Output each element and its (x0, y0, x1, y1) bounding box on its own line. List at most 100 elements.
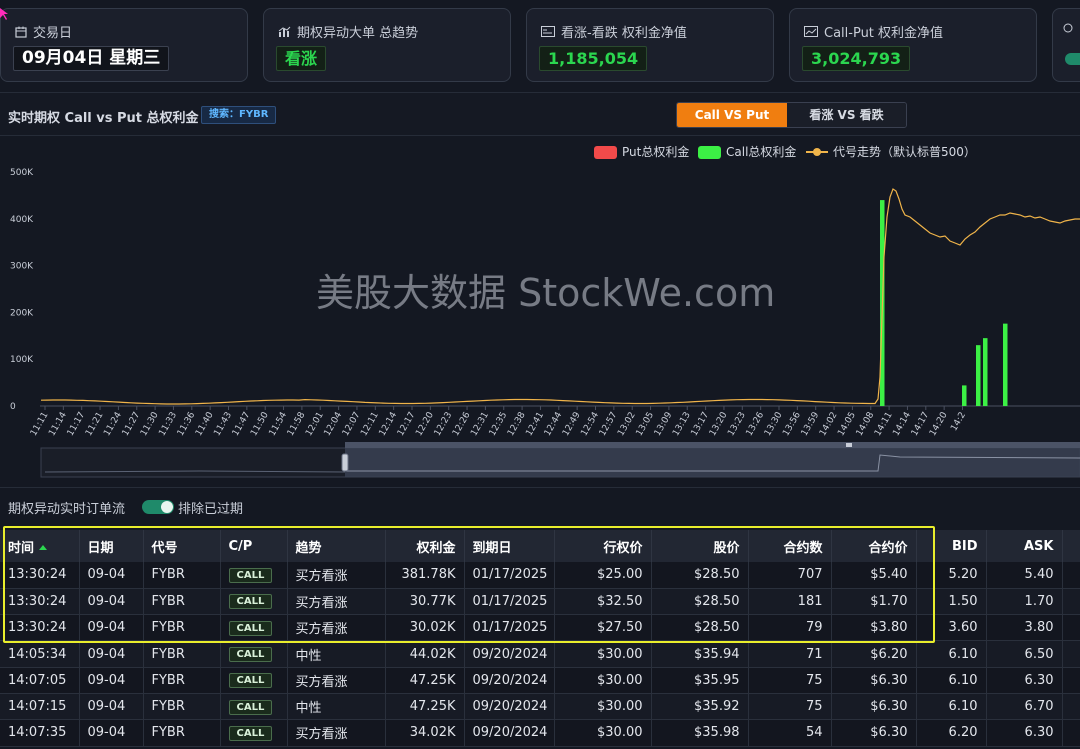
toggle-bull-vs-bear[interactable]: 看涨 VS 看跌 (787, 103, 906, 127)
cell-strike: $30.00 (554, 693, 652, 721)
table-row[interactable]: 13:30:24 09-04 FYBR CALL 买方看涨 381.78K 01/17/20… (0, 562, 1080, 589)
cell-expiry: 09/20/2024 (464, 719, 555, 747)
cell-contract-price: $3.80 (831, 614, 917, 642)
cell-time: 13:30:24 (0, 614, 80, 642)
card-bull-bear-net: 看涨-看跌 权利金净值 1,185,054 (526, 8, 774, 82)
column-header-contract-price[interactable]: 合约价 (831, 530, 917, 562)
cell-symbol: FYBR (143, 693, 221, 721)
card-call-put-net: Call-Put 权利金净值 3,024,793 (789, 8, 1037, 82)
toggle-call-vs-put[interactable]: Call VS Put (677, 103, 788, 127)
cell-contracts: 181 (748, 588, 832, 616)
cell-bid: 6.10 (916, 667, 987, 694)
cell-overflow (1062, 588, 1080, 616)
cell-ask: 6.50 (986, 640, 1063, 668)
y-tick-label: 500K (10, 168, 34, 178)
cell-premium: 30.02K (385, 614, 465, 642)
cell-contract-price: $6.30 (831, 719, 917, 747)
cell-overflow (1062, 693, 1080, 721)
legend-call-swatch (698, 146, 721, 159)
cell-premium: 381.78K (385, 562, 465, 589)
cell-strike: $30.00 (554, 719, 652, 747)
cell-strike: $27.50 (554, 614, 652, 642)
cell-symbol: FYBR (143, 640, 221, 668)
cell-bid: 5.20 (916, 562, 987, 589)
cell-time: 13:30:24 (0, 562, 80, 589)
cell-expiry: 01/17/2025 (464, 588, 555, 616)
cell-stock-price: $35.94 (651, 640, 749, 668)
cell-trend: 中性 (287, 640, 386, 668)
column-header-stock-price[interactable]: 股价 (651, 530, 749, 562)
cell-stock-price: $28.50 (651, 562, 749, 589)
table-row[interactable]: 14:07:35 09-04 FYBR CALL 买方看涨 34.02K 09/20/202… (0, 719, 1080, 747)
column-header-symbol[interactable]: 代号 (143, 530, 221, 562)
order-flow-bar: 期权异动实时订单流 排除已过期 (0, 487, 1080, 523)
cell-stock-price: $35.92 (651, 693, 749, 721)
cell-cp: CALL (220, 667, 288, 694)
bar-chart-icon (278, 26, 291, 37)
cell-premium: 34.02K (385, 719, 465, 747)
chart-mode-toggle[interactable]: Call VS Put 看涨 VS 看跌 (676, 102, 907, 128)
column-header-cp[interactable]: C/P (220, 530, 288, 562)
cell-date: 09-04 (79, 640, 144, 668)
card-trade-date: 交易日 09月04日 星期三 (0, 8, 248, 82)
switch-knob (161, 501, 173, 513)
cell-expiry: 09/20/2024 (464, 667, 555, 694)
cell-date: 09-04 (79, 719, 144, 747)
cell-contract-price: $1.70 (831, 588, 917, 616)
column-header-label: BID (951, 538, 978, 554)
y-tick-label: 100K (10, 355, 34, 365)
cell-stock-price: $28.50 (651, 614, 749, 642)
column-header-bid[interactable]: BID (916, 530, 987, 562)
column-header-time[interactable]: 时间 (0, 530, 80, 562)
cell-ask: 5.40 (986, 562, 1063, 589)
range-slider-selection (345, 448, 1080, 477)
column-header-premium[interactable]: 权利金 (385, 530, 465, 562)
cell-contracts: 54 (748, 719, 832, 747)
table-row[interactable]: 14:07:05 09-04 FYBR CALL 买方看涨 47.25K 09/20/202… (0, 667, 1080, 694)
column-header-expiry[interactable]: 到期日 (464, 530, 555, 562)
table-row[interactable]: 14:05:34 09-04 FYBR CALL 中性 44.02K 09/20/2024 $… (0, 640, 1080, 668)
cell-overflow (1062, 562, 1080, 589)
column-header-contracts[interactable]: 合约数 (748, 530, 832, 562)
y-tick-label: 0 (10, 402, 16, 412)
cell-stock-price: $35.95 (651, 667, 749, 694)
cell-contracts: 75 (748, 667, 832, 694)
cell-stock-price: $28.50 (651, 588, 749, 616)
cell-cp: CALL (220, 693, 288, 721)
cell-bid: 6.10 (916, 693, 987, 721)
cell-cp: CALL (220, 588, 288, 616)
cell-strike: $32.50 (554, 588, 652, 616)
cell-trend: 中性 (287, 693, 386, 721)
column-header-label: 合约数 (783, 540, 823, 556)
column-header-strike[interactable]: 行权价 (554, 530, 652, 562)
cell-stock-price: $35.98 (651, 719, 749, 747)
x-tick-label: 14:2 (949, 411, 968, 434)
cell-date: 09-04 (79, 667, 144, 694)
cell-premium: 47.25K (385, 667, 465, 694)
cell-trend: 买方看涨 (287, 562, 386, 589)
cell-trend: 买方看涨 (287, 588, 386, 616)
cell-trend: 买方看涨 (287, 614, 386, 642)
search-badge[interactable]: 搜索：FYBR (201, 106, 277, 124)
range-slider-handle-left (341, 453, 349, 472)
call-put-badge: CALL (228, 594, 273, 610)
cell-time: 14:07:35 (0, 719, 80, 747)
cell-strike: $25.00 (554, 562, 652, 589)
column-header-date[interactable]: 日期 (79, 530, 144, 562)
column-header-trend[interactable]: 趋势 (287, 530, 386, 562)
clock-icon (1063, 23, 1073, 33)
card-icon (541, 26, 555, 37)
column-header-ask[interactable]: ASK (986, 530, 1063, 562)
call-put-badge: CALL (228, 673, 273, 689)
exclude-expired-switch[interactable] (142, 500, 174, 514)
cell-contracts: 79 (748, 614, 832, 642)
table-row[interactable]: 13:30:24 09-04 FYBR CALL 买方看涨 30.02K 01/17/202… (0, 614, 1080, 642)
table-row[interactable]: 13:30:24 09-04 FYBR CALL 买方看涨 30.77K 01/17/202… (0, 588, 1080, 616)
table-row[interactable]: 14:07:15 09-04 FYBR CALL 中性 47.25K 09/20/2024 $… (0, 693, 1080, 721)
call-bar (983, 338, 988, 406)
cell-symbol: FYBR (143, 562, 221, 589)
cell-symbol: FYBR (143, 614, 221, 642)
cell-ask: 6.70 (986, 693, 1063, 721)
card-value: 看涨 (276, 46, 327, 71)
cell-premium: 30.77K (385, 588, 465, 616)
